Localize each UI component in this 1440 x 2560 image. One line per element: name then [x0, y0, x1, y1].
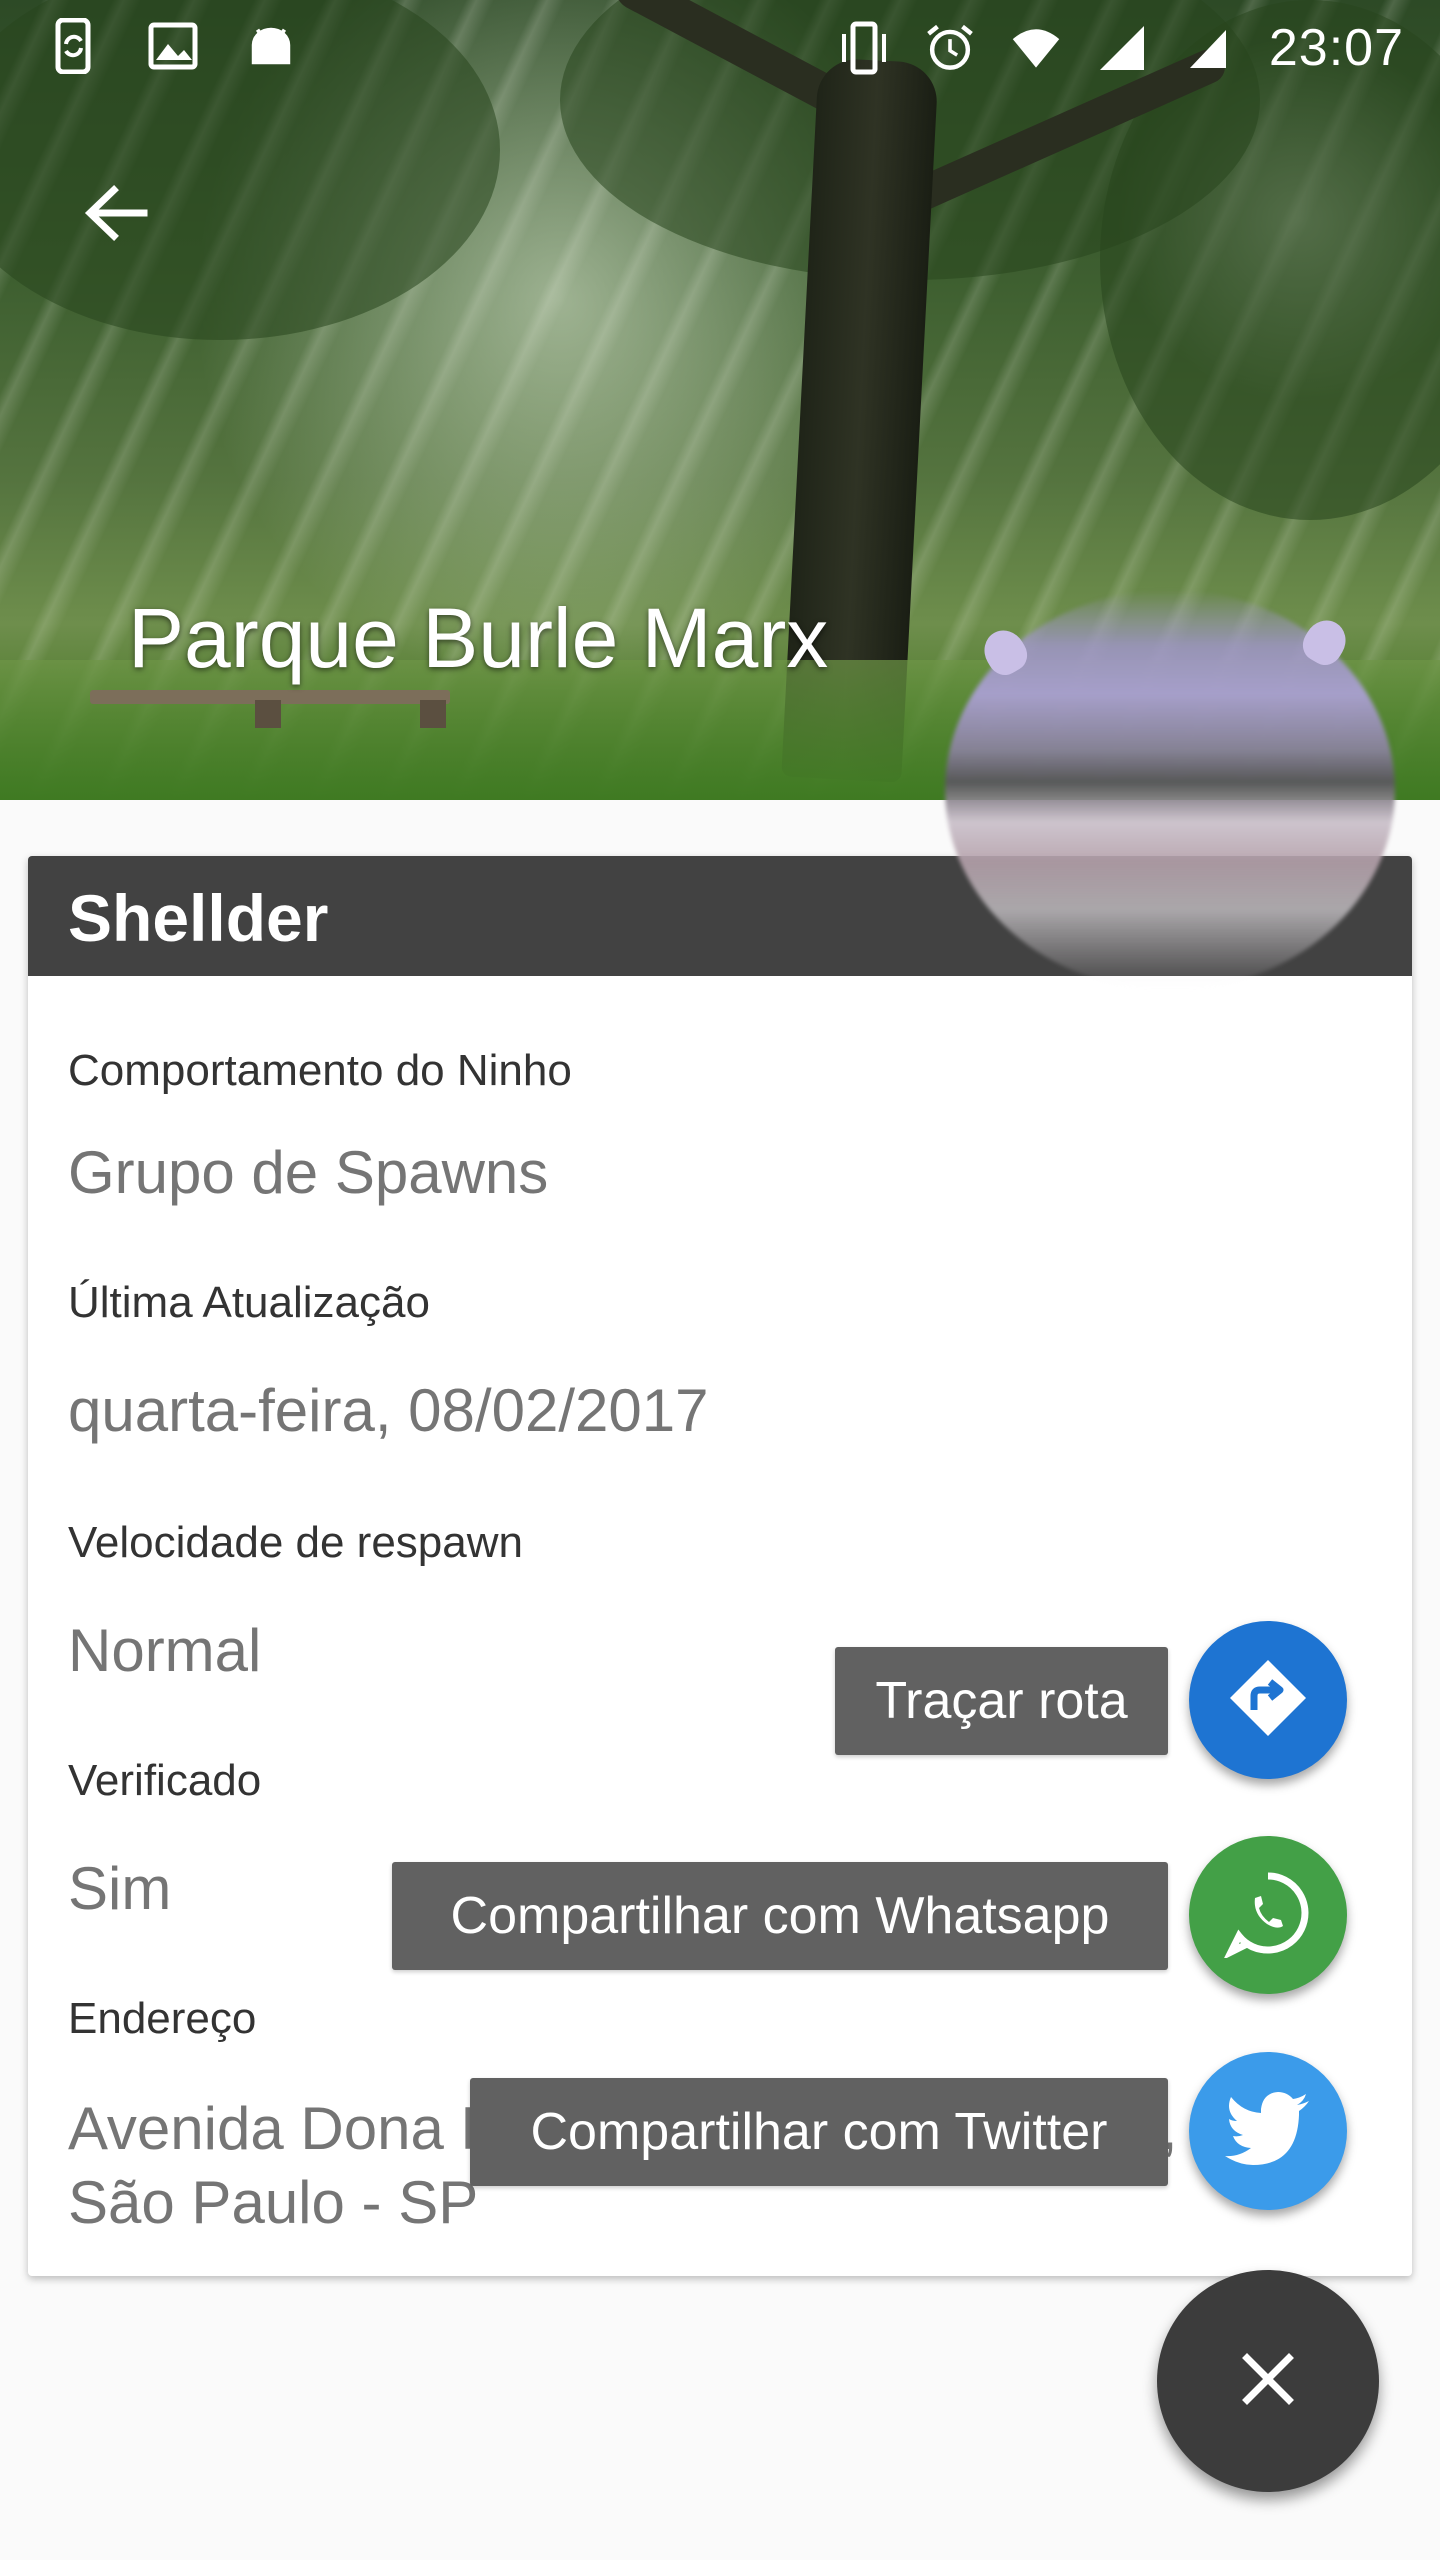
pokemon-name: Shellder	[68, 881, 329, 955]
park-title: Parque Burle Marx	[128, 591, 829, 685]
close-icon	[1241, 2352, 1295, 2411]
field-value-respawn-speed: Normal	[68, 1617, 262, 1684]
field-label-address: Endereço	[68, 1994, 257, 2043]
route-button[interactable]	[1189, 1621, 1347, 1779]
field-value-last-update: quarta-feira, 08/02/2017	[68, 1377, 709, 1444]
battery-icon	[1183, 20, 1233, 76]
status-left-icons	[50, 18, 296, 74]
whatsapp-label[interactable]: Compartilhar com Whatsapp	[392, 1862, 1168, 1970]
route-label[interactable]: Traçar rota	[835, 1647, 1168, 1755]
twitter-label[interactable]: Compartilhar com Twitter	[470, 2078, 1168, 2186]
close-fab-menu-button[interactable]	[1157, 2270, 1379, 2492]
status-bar: 23:07	[0, 0, 1440, 96]
arrow-back-icon	[80, 178, 150, 253]
alarm-icon	[925, 20, 975, 76]
field-label-verified: Verificado	[68, 1756, 262, 1805]
signal-icon	[1097, 20, 1147, 76]
nest-info-card: Shellder Comportamento do Ninho Grupo de…	[28, 856, 1412, 2276]
field-value-verified: Sim	[68, 1855, 172, 1922]
field-label-last-update: Última Atualização	[68, 1278, 430, 1327]
twitter-share-button[interactable]	[1189, 2052, 1347, 2210]
directions-icon	[1226, 1656, 1310, 1745]
android-icon	[246, 18, 296, 74]
field-label-respawn-speed: Velocidade de respawn	[68, 1518, 523, 1567]
back-button[interactable]	[60, 160, 170, 270]
whatsapp-share-button[interactable]	[1189, 1836, 1347, 1994]
status-time: 23:07	[1268, 19, 1404, 77]
bench-leg	[420, 700, 446, 728]
whatsapp-icon	[1223, 1868, 1313, 1963]
vibrate-icon	[839, 20, 889, 76]
field-value-address-line2: São Paulo - SP	[68, 2169, 479, 2236]
wifi-icon	[1011, 20, 1061, 76]
image-icon	[148, 18, 198, 74]
field-label-behavior: Comportamento do Ninho	[68, 1046, 572, 1095]
status-right-icons: 23:07	[839, 18, 1404, 78]
phone-sync-icon	[50, 18, 100, 74]
field-value-behavior: Grupo de Spawns	[68, 1139, 549, 1206]
bench-leg	[255, 700, 281, 728]
twitter-icon	[1223, 2089, 1313, 2174]
